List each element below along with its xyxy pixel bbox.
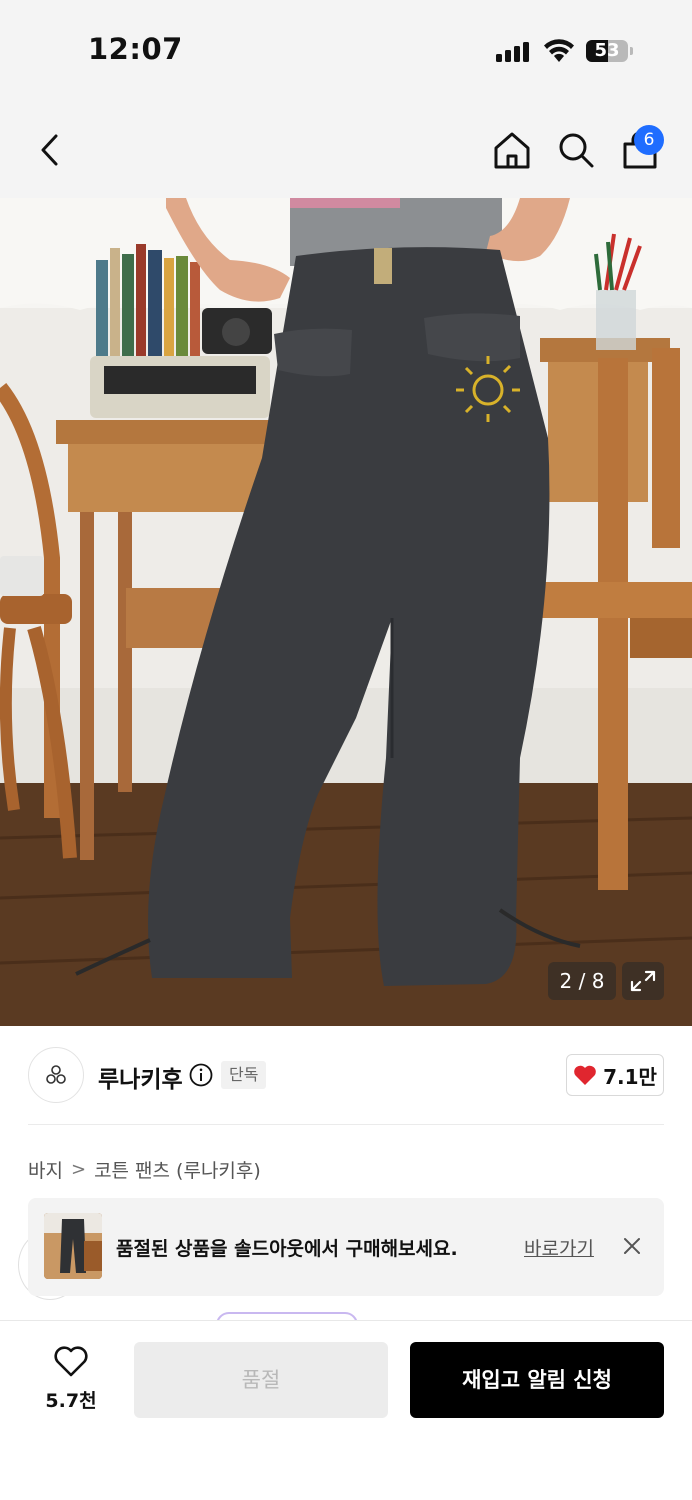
exclusive-badge: 단독 <box>221 1061 267 1089</box>
cart-count-badge: 6 <box>634 125 664 155</box>
restock-alert-button[interactable]: 재입고 알림 신청 <box>410 1342 664 1418</box>
expand-button[interactable] <box>622 962 664 1000</box>
image-counter: 2 / 8 <box>548 962 616 1000</box>
cellular-signal-icon <box>496 42 529 62</box>
heart-filled-icon <box>574 1065 596 1085</box>
brand-like-button[interactable]: 7.1만 <box>566 1054 664 1096</box>
expand-icon <box>630 970 656 992</box>
soldout-banner[interactable]: 품절된 상품을 솔드아웃에서 구매해보세요. 바로가기 <box>28 1198 664 1296</box>
section-divider <box>28 1124 664 1125</box>
close-icon[interactable] <box>622 1236 642 1256</box>
brand-logo-icon <box>46 1065 66 1084</box>
breadcrumb-separator: > <box>70 1159 87 1180</box>
breadcrumb-category[interactable]: 바지 <box>28 1156 63 1183</box>
battery-level: 53 <box>594 40 620 61</box>
breadcrumb-product[interactable]: 코튼 팬츠 (루나키후) <box>94 1156 261 1183</box>
banner-go-link[interactable]: 바로가기 <box>524 1234 594 1261</box>
heart-outline-icon <box>54 1346 88 1377</box>
banner-thumbnail <box>44 1213 102 1279</box>
banner-message: 품절된 상품을 솔드아웃에서 구매해보세요. <box>116 1238 458 1260</box>
breadcrumb: 바지 > 코튼 팬츠 (루나키후) <box>28 1156 261 1183</box>
brand-logo[interactable] <box>28 1047 84 1103</box>
brand-name[interactable]: 루나키후 <box>98 1060 183 1094</box>
wifi-icon <box>544 39 574 62</box>
info-icon[interactable] <box>189 1063 213 1087</box>
battery-tip <box>630 47 633 55</box>
soldout-button: 품절 <box>134 1342 388 1418</box>
wishlist-button[interactable]: 5.7천 <box>40 1346 102 1413</box>
status-time: 12:07 <box>88 32 183 66</box>
brand-like-count: 7.1만 <box>603 1064 657 1089</box>
battery-icon: 53 <box>586 40 628 62</box>
product-image[interactable] <box>0 198 692 1026</box>
back-chevron-icon[interactable] <box>36 132 64 168</box>
home-icon[interactable] <box>492 130 532 170</box>
status-bar: 12:07 53 <box>0 0 692 100</box>
wishlist-count: 5.7천 <box>45 1390 97 1412</box>
search-icon[interactable] <box>556 130 596 170</box>
